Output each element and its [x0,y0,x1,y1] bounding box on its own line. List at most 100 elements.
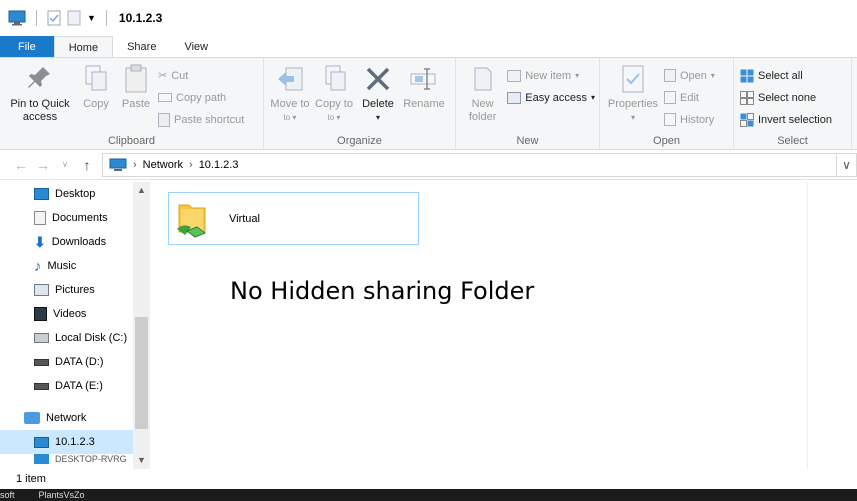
new-folder-quick-icon[interactable] [67,10,81,26]
videos-icon [34,307,47,321]
drive-icon [34,333,49,343]
documents-icon [34,211,46,225]
main-scroll-area [807,182,857,469]
nav-item-music[interactable]: ♪ Music [0,254,150,278]
new-item-icon [507,69,522,82]
nav-scrollbar[interactable]: ▲ ▼ [133,182,150,469]
folder-name: Virtual [229,212,260,225]
nav-item-downloads[interactable]: ⬇ Downloads [0,230,150,254]
history-icon [664,113,676,126]
downloads-icon: ⬇ [34,233,46,250]
breadcrumb-host[interactable]: 10.1.2.3 [199,159,239,171]
nav-item-documents[interactable]: Documents [0,206,150,230]
paste-shortcut-icon [158,112,170,127]
up-arrow-icon[interactable]: ↑ [76,157,98,173]
invert-selection-icon [740,112,754,127]
open-group-label: Open [653,135,680,147]
select-all-icon [740,69,754,82]
properties-check-icon[interactable] [47,10,61,26]
recent-dropdown-icon[interactable]: ∨ [54,159,76,170]
open-group: Properties ▾ Open ▾ Edit History Open [600,58,734,149]
nav-item-local-disk-c[interactable]: Local Disk (C:) [0,326,150,350]
clipboard-group-label: Clipboard [107,135,156,147]
nav-item-data-d[interactable]: DATA (D:) [0,350,150,374]
scroll-up-icon[interactable]: ▲ [133,182,150,199]
taskbar-item[interactable]: soft [0,489,15,501]
history-button[interactable]: History [664,110,715,129]
clipboard-group: Pin to Quick access Copy Paste ✂ Cut Copy… [0,58,264,149]
desktop-icon [34,188,49,200]
edit-button[interactable]: Edit [664,88,715,107]
breadcrumb-network[interactable]: Network [143,159,183,171]
select-group-label: Select [777,135,808,147]
pin-icon [28,67,50,88]
select-none-button[interactable]: Select none [740,88,832,107]
nav-item-partial[interactable]: DESKTOP-RVRG [0,454,150,464]
nav-item-data-e[interactable]: DATA (E:) [0,374,150,398]
select-group: Select all Select none Invert selection … [734,58,852,149]
select-all-button[interactable]: Select all [740,66,832,85]
customize-dropdown-icon[interactable]: ▼ [87,13,96,23]
new-group: New folder New item ▾ Easy access ▾ New [456,58,600,149]
edit-icon [664,91,676,104]
taskbar: soft PlantsVsZo [0,489,857,501]
cut-button[interactable]: ✂ Cut [158,66,244,85]
nav-item-host[interactable]: 10.1.2.3 [0,430,150,454]
address-box[interactable]: › Network › 10.1.2.3 [102,152,837,177]
content-area: Desktop Documents ⬇ Downloads ♪ Music Pict… [0,182,857,469]
drive-icon [34,358,49,366]
nav-item-desktop[interactable]: Desktop [0,182,150,206]
ribbon-tabs: File Home Share View [0,36,857,58]
address-dropdown-icon[interactable]: ∨ [837,152,857,177]
breadcrumb-chevron-icon[interactable]: › [189,159,193,171]
new-item-button[interactable]: New item ▾ [507,66,595,85]
copy-icon [85,65,107,91]
new-folder-icon [474,67,492,91]
back-arrow-icon[interactable]: ← [10,157,32,173]
organize-group-label: Organize [337,135,382,147]
nav-scroll-thumb[interactable] [135,317,148,429]
tab-home[interactable]: Home [53,36,114,57]
paste-icon [125,64,147,93]
properties-icon [622,65,644,93]
nav-item-videos[interactable]: Videos [0,302,150,326]
status-bar: 1 item [0,469,857,489]
explorer-window: ▼ 10.1.2.3 File Home Share View Pin to Q… [0,0,857,489]
copy-to-icon [325,65,346,91]
quick-access-toolbar: ▼ [8,10,111,26]
nav-item-network[interactable]: Network [0,406,150,430]
computer-icon [109,158,127,171]
easy-access-icon [507,91,522,104]
pictures-icon [34,284,49,296]
select-none-icon [740,90,754,105]
organize-group: Move to to ▾ Copy to to ▾ Delete ▾ Rename O… [264,58,456,149]
computer-icon [34,454,49,464]
window-title: 10.1.2.3 [118,11,163,25]
navigation-pane: Desktop Documents ⬇ Downloads ♪ Music Pict… [0,182,150,469]
breadcrumb-chevron-icon[interactable]: › [133,159,137,171]
forward-arrow-icon[interactable]: → [32,157,54,173]
easy-access-button[interactable]: Easy access ▾ [507,88,595,107]
file-list: Virtual No Hidden sharing Folder [150,182,857,469]
copy-path-button[interactable]: Copy path [158,88,244,107]
tab-view[interactable]: View [170,36,222,57]
nav-item-pictures[interactable]: Pictures [0,278,150,302]
paste-shortcut-button[interactable]: Paste shortcut [158,110,244,129]
folder-tile-virtual[interactable]: Virtual [168,192,419,245]
address-bar-row: ← → ∨ ↑ › Network › 10.1.2.3 ∨ [0,150,857,180]
scroll-down-icon[interactable]: ▼ [133,452,150,469]
delete-x-icon [366,67,390,91]
drive-icon [34,382,49,390]
taskbar-item[interactable]: PlantsVsZo [39,489,85,501]
copy-path-icon [158,93,172,102]
computer-icon [8,10,26,26]
tab-share[interactable]: Share [113,36,170,57]
move-to-icon [278,67,303,91]
open-button[interactable]: Open ▾ [664,66,715,85]
network-icon [24,412,40,424]
tab-file[interactable]: File [0,36,54,57]
computer-icon [34,436,49,448]
rename-icon [410,68,436,90]
invert-selection-button[interactable]: Invert selection [740,110,832,129]
new-group-label: New [516,135,539,147]
